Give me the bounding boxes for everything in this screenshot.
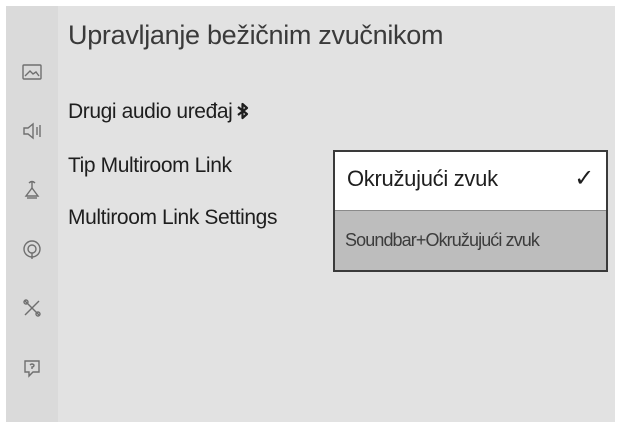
multiroom-type-dropdown: Okružujući zvuk ✓ Soundbar+Okružujući zv… <box>333 150 608 272</box>
option-label: Okružujući zvuk <box>347 166 498 191</box>
option-label: Soundbar+Okružujući zvuk <box>345 230 540 250</box>
menu-item-label: Drugi audio uređaj <box>68 100 233 123</box>
checkmark-icon: ✓ <box>574 165 594 192</box>
broadcast-icon[interactable] <box>18 176 46 204</box>
wireless-speaker-screen: Upravljanje bežičnim zvučnikom Drugi aud… <box>6 6 615 422</box>
sidebar <box>6 6 58 422</box>
picture-icon[interactable] <box>18 58 46 86</box>
menu-item-multiroom-link-settings[interactable]: Multiroom Link Settings <box>68 206 277 230</box>
sound-icon[interactable] <box>18 117 46 145</box>
option-soundbar-surround[interactable]: Soundbar+Okružujući zvuk <box>335 210 606 270</box>
menu-item-other-audio-device[interactable]: Drugi audio uređaj <box>68 100 251 124</box>
bluetooth-icon <box>235 102 251 120</box>
option-surround-sound[interactable]: Okružujući zvuk ✓ <box>335 152 606 210</box>
network-icon[interactable] <box>18 235 46 263</box>
support-icon[interactable] <box>18 354 46 382</box>
menu-item-multiroom-link-type[interactable]: Tip Multiroom Link <box>68 154 232 178</box>
menu-item-label: Tip Multiroom Link <box>68 154 232 177</box>
page-title: Upravljanje bežičnim zvučnikom <box>68 20 444 50</box>
menu-item-label: Multiroom Link Settings <box>68 206 278 229</box>
tools-icon[interactable] <box>18 294 46 322</box>
